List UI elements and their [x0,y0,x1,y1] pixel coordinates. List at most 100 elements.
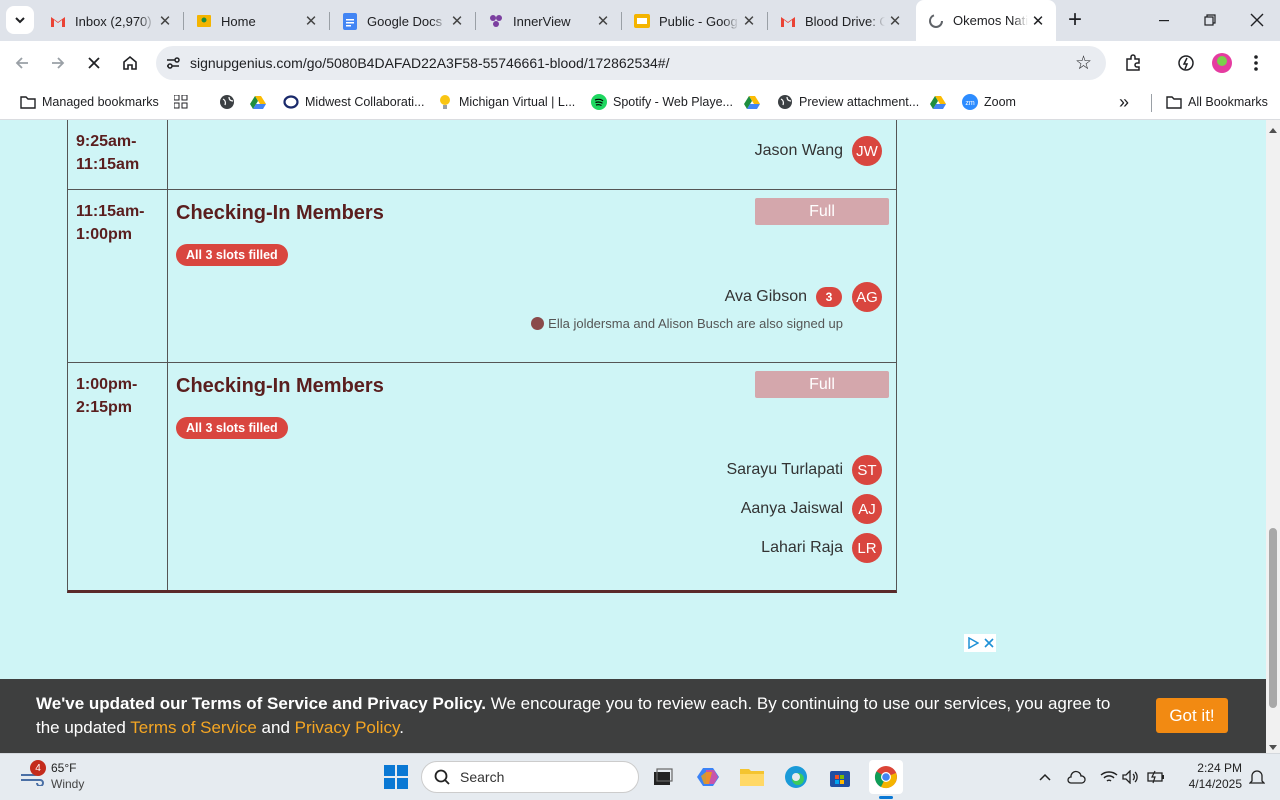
address-bar[interactable]: signupgenius.com/go/5080B4DAFAD22A3F58-5… [156,46,1106,80]
windows-taskbar: 4 65°F Windy Search 2:24 PM 4/14/2025 [0,753,1280,800]
back-button[interactable] [8,49,36,77]
extensions-button[interactable] [1119,49,1147,77]
participant: Aanya Jaiswal AJ [741,494,882,524]
site-info-icon[interactable] [164,55,182,71]
tab-public-slides[interactable]: Public - Goog ✕ [622,6,767,36]
slots-filled-badge: All 3 slots filled [176,417,288,439]
chrome-button[interactable] [869,760,903,799]
full-button[interactable]: Full [755,371,889,398]
chevron-down-icon [15,17,25,24]
page-scrollbar[interactable] [1266,120,1280,753]
bookmark-midwest[interactable]: Midwest Collaborati... [283,92,425,112]
clock[interactable]: 2:24 PM 4/14/2025 [1172,760,1242,792]
onedrive-button[interactable] [1062,762,1092,792]
tab-google-docs[interactable]: Google Docs ✕ [330,6,475,36]
ring-icon [283,94,299,110]
file-explorer-button[interactable] [737,762,767,792]
slots-filled-badge: All 3 slots filled [176,244,288,266]
url-text[interactable]: signupgenius.com/go/5080B4DAFAD22A3F58-5… [190,55,669,71]
weather-widget[interactable]: 4 65°F Windy [18,760,108,796]
menu-button[interactable] [1242,49,1270,77]
tab-home[interactable]: Home ✕ [184,6,329,36]
bookmark-drive-3[interactable] [930,92,952,112]
close-icon [88,57,100,69]
svg-text:zm: zm [965,100,975,107]
bookmark-globe[interactable] [219,92,241,112]
full-button[interactable]: Full [755,198,889,225]
tab-strip: Inbox (2,970) - ✕ Home ✕ Google Docs ✕ I… [0,0,1280,41]
scroll-up-icon[interactable] [1268,122,1278,133]
avatar: ST [852,455,882,485]
bookmark-label: Preview attachment... [799,95,920,109]
more-bookmarks-button[interactable]: » [1119,92,1129,112]
bookmark-label: Michigan Virtual | L... [459,95,576,109]
participant-name: Aanya Jaiswal [740,500,843,517]
minimize-button[interactable] [1150,6,1178,34]
store-icon [830,771,850,787]
chrome-icon [874,766,897,789]
tab-title: Blood Drive: C [805,13,885,29]
spotify-icon [591,94,607,110]
zoom-icon: zm [962,94,978,110]
tab-blood-drive[interactable]: Blood Drive: C ✕ [768,6,913,36]
edge-button[interactable] [781,762,811,792]
tab-title: Okemos Natio [953,13,1028,28]
bookmark-spotify[interactable]: Spotify - Web Playe... [591,92,733,112]
bookmark-apps[interactable] [173,92,195,112]
taskbar-search[interactable]: Search [421,761,639,793]
bookmark-preview[interactable]: Preview attachment... [777,92,919,112]
tab-innerview[interactable]: InnerView ✕ [476,6,621,36]
restore-button[interactable] [1196,6,1224,34]
stop-loading-button[interactable] [80,49,108,77]
bookmark-zoom[interactable]: zm Zoom [962,92,1016,112]
tab-title: Public - Goog [659,13,738,29]
close-icon[interactable]: ✕ [739,11,759,31]
chevron-up-icon [1039,773,1051,781]
restore-icon [1204,14,1216,26]
cookie-and: and [256,718,295,737]
close-icon[interactable]: ✕ [593,11,613,31]
close-icon[interactable]: ✕ [1028,11,1048,31]
close-icon[interactable]: ✕ [301,11,321,31]
close-window-button[interactable] [1243,6,1271,34]
bookmark-managed[interactable]: Managed bookmarks [20,92,159,112]
task-view-button[interactable] [648,762,678,792]
close-icon[interactable] [983,638,994,648]
ad-choices[interactable] [964,634,996,652]
bookmark-star-icon[interactable]: ☆ [1075,52,1092,75]
time-range: 1:00pm- 2:15pm [76,376,138,416]
bookmark-label: Spotify - Web Playe... [613,95,733,109]
tab-okemos-active[interactable]: Okemos Natio ✕ [916,0,1056,41]
start-button[interactable] [381,762,411,792]
show-hidden-icons[interactable] [1030,762,1060,792]
avatar [1212,53,1232,73]
tab-search-button[interactable] [6,6,34,34]
notifications-button[interactable] [1242,762,1272,792]
tab-title: Home [221,13,256,29]
scrollbar-thumb[interactable] [1269,528,1277,708]
cookie-end: . [399,718,404,737]
privacy-policy-link[interactable]: Privacy Policy [295,718,400,737]
bookmark-drive-2[interactable] [744,92,766,112]
bookmark-michigan-virtual[interactable]: Michigan Virtual | L... [437,92,575,112]
scroll-down-icon[interactable] [1268,740,1278,750]
battery-button[interactable] [1141,762,1171,792]
close-icon[interactable]: ✕ [155,11,175,31]
terms-of-service-link[interactable]: Terms of Service [130,718,257,737]
close-icon[interactable]: ✕ [885,11,905,31]
performance-button[interactable] [1172,49,1200,77]
forward-button[interactable] [44,49,72,77]
got-it-button[interactable]: Got it! [1156,698,1228,733]
signup-row: 11:15am- 1:00pm Checking-In Members Full… [67,190,897,363]
store-button[interactable] [825,762,855,792]
new-tab-button[interactable]: + [1061,6,1089,34]
copilot-button[interactable] [694,762,724,792]
profile-avatar[interactable] [1208,49,1236,77]
close-icon[interactable]: ✕ [447,11,467,31]
drive-icon [744,94,760,110]
bookmark-drive-1[interactable] [250,92,272,112]
all-bookmarks-button[interactable]: All Bookmarks [1166,92,1268,112]
home-button[interactable] [116,49,144,77]
classroom-icon [196,13,212,29]
tab-inbox[interactable]: Inbox (2,970) - ✕ [38,6,183,36]
